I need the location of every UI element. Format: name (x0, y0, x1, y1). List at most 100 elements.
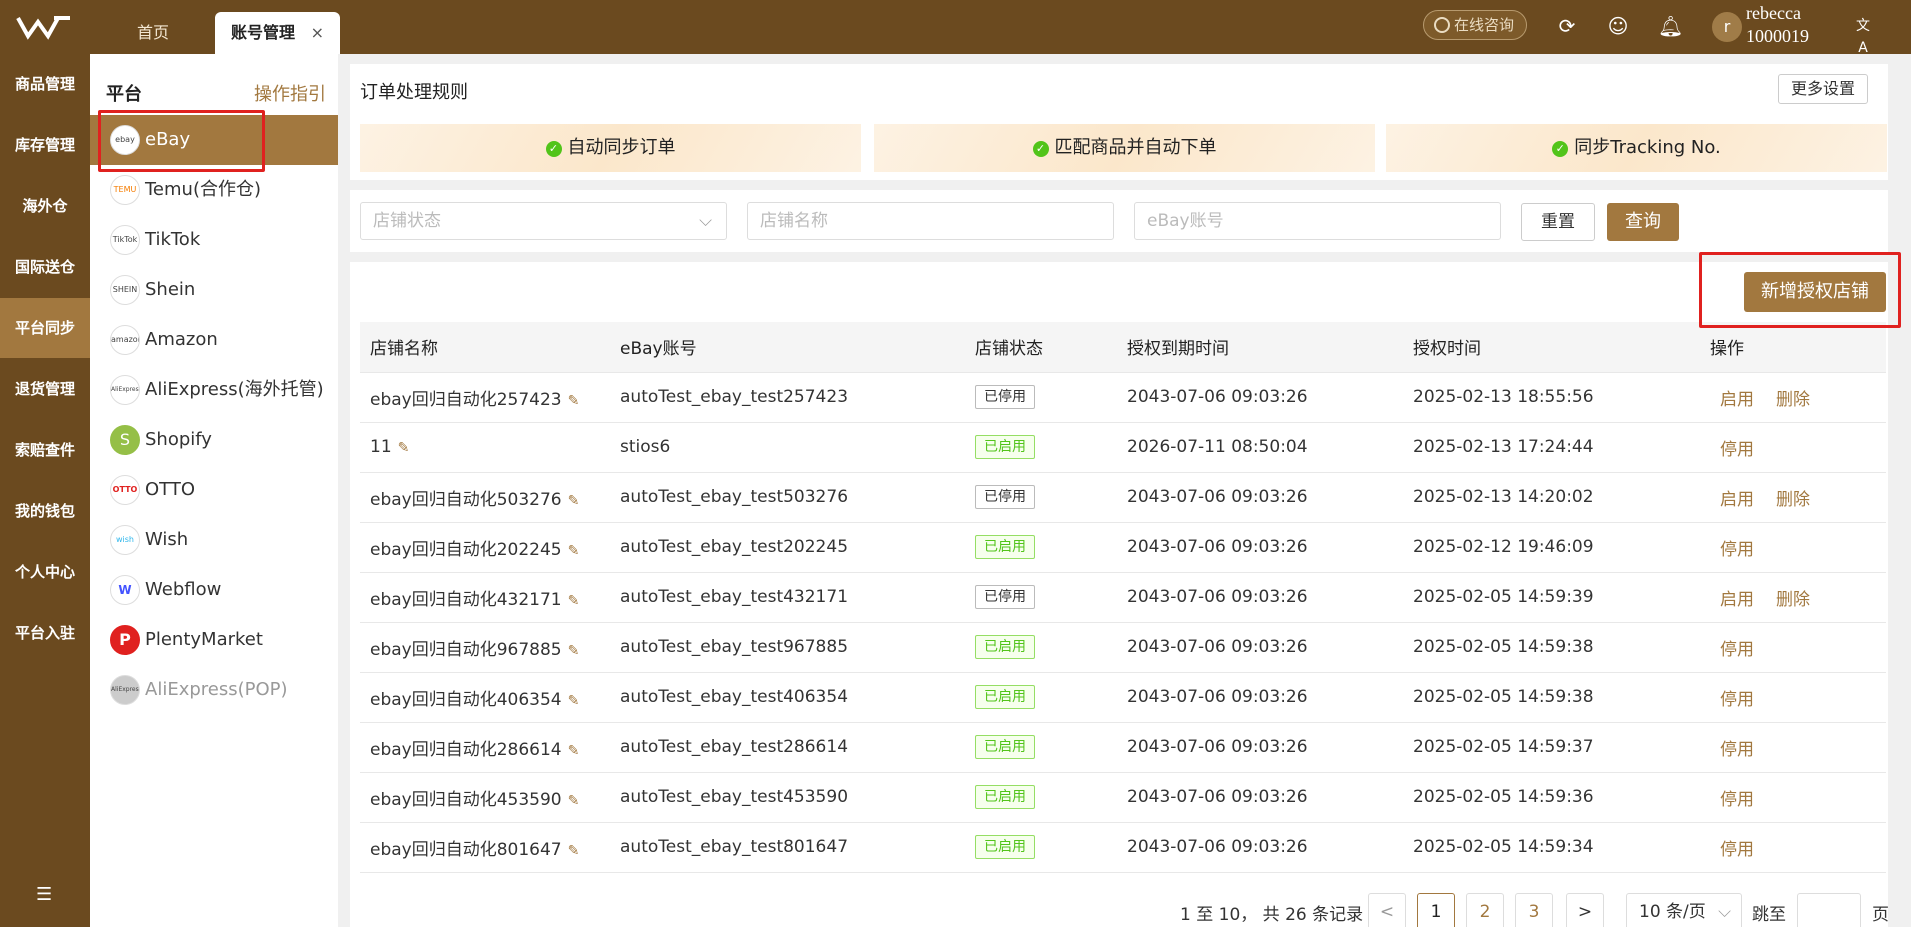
ebay-account-input[interactable]: eBay账号 (1134, 202, 1501, 240)
platform-label: OTTO (145, 479, 196, 500)
platform-item-amazon[interactable]: amazon Amazon (90, 315, 338, 365)
ebay-account-cell: autoTest_ebay_test453590 (610, 772, 965, 823)
row-action-enable[interactable]: 启用 (1720, 490, 1754, 510)
refresh-icon[interactable]: ⟳ (1556, 15, 1578, 37)
ebay-account-cell: autoTest_ebay_test432171 (610, 572, 965, 623)
reset-button[interactable]: 重置 (1521, 203, 1595, 241)
ebay-account-cell: autoTest_ebay_test406354 (610, 672, 965, 723)
headset-icon (1434, 17, 1450, 33)
edit-pencil-icon[interactable]: ✎ (398, 440, 410, 456)
feedback-icon[interactable]: ☺ (1607, 15, 1629, 37)
column-header: 店铺名称 (360, 322, 610, 373)
nav-item-returns[interactable]: 退货管理 (0, 359, 90, 419)
row-action-disable[interactable]: 停用 (1720, 540, 1754, 560)
nav-item-wallet[interactable]: 我的钱包 (0, 481, 90, 541)
store-name-input[interactable]: 店铺名称 (747, 202, 1114, 240)
platform-item-shopify[interactable]: S Shopify (90, 415, 338, 465)
edit-pencil-icon[interactable]: ✎ (568, 843, 580, 859)
user-id: 1000019 (1746, 26, 1809, 46)
nav-item-platform-sync[interactable]: 平台同步 (0, 298, 90, 358)
more-settings-button[interactable]: 更多设置 (1778, 74, 1868, 104)
row-action-disable[interactable]: 停用 (1720, 640, 1754, 660)
table-row: ebay回归自动化967885 ✎ autoTest_ebay_test967885… (360, 622, 1886, 673)
nav-item-product[interactable]: 商品管理 (0, 54, 90, 114)
row-action-disable[interactable]: 停用 (1720, 690, 1754, 710)
platform-item-aliexpress-hosted[interactable]: AliExpress AliExpress(海外托管) (90, 365, 338, 415)
language-icon[interactable]: 文A (1852, 15, 1874, 56)
nav-item-inventory[interactable]: 库存管理 (0, 115, 90, 175)
prev-page-button[interactable]: < (1368, 893, 1406, 927)
next-page-button[interactable]: > (1566, 893, 1604, 927)
platform-item-wish[interactable]: wish Wish (90, 515, 338, 565)
auth-time-cell: 2025-02-13 14:20:02 (1403, 472, 1700, 523)
jump-page-input[interactable] (1797, 893, 1861, 927)
nav-item-profile[interactable]: 个人中心 (0, 542, 90, 602)
table-row: 11 ✎ stios6 已启用 2026-07-11 08:50:04 2025-02-1… (360, 422, 1886, 473)
row-action-delete[interactable]: 删除 (1776, 390, 1810, 410)
row-action-delete[interactable]: 删除 (1776, 490, 1810, 510)
query-button[interactable]: 查询 (1607, 203, 1679, 241)
table-row: ebay回归自动化801647 ✎ autoTest_ebay_test801647… (360, 822, 1886, 873)
row-action-disable[interactable]: 停用 (1720, 790, 1754, 810)
platform-item-plentymarket[interactable]: P PlentyMarket (90, 615, 338, 665)
nav-item-claims[interactable]: 索赔查件 (0, 420, 90, 480)
store-name-cell: ebay回归自动化432171 ✎ (360, 572, 610, 623)
tab-account-management[interactable]: 账号管理 × (215, 12, 340, 54)
platform-label: AliExpress(海外托管) (145, 379, 324, 400)
page-size-select[interactable]: 10 条/页 ⌵ (1626, 893, 1742, 927)
column-header: 授权时间 (1403, 322, 1700, 373)
online-consult-button[interactable]: 在线咨询 (1423, 10, 1527, 40)
nav-item-international-delivery[interactable]: 国际送仓 (0, 237, 90, 297)
status-badge: 已启用 (975, 435, 1035, 459)
row-action-disable[interactable]: 停用 (1720, 740, 1754, 760)
page-button-2[interactable]: 2 (1466, 893, 1504, 927)
platform-item-shein[interactable]: SHEIN Shein (90, 265, 338, 315)
nav-item-overseas-warehouse[interactable]: 海外仓 (0, 176, 90, 236)
platform-item-temu[interactable]: TEMU Temu(合作仓) (90, 165, 338, 215)
page-button-3[interactable]: 3 (1515, 893, 1553, 927)
pagination-info: 1 至 10， 共 26 条记录 (1180, 905, 1364, 925)
row-action-disable[interactable]: 停用 (1720, 840, 1754, 860)
rule-label: 同步Tracking No. (1574, 137, 1721, 158)
operation-guide-link[interactable]: 操作指引 (254, 80, 326, 106)
auth-time-cell: 2025-02-05 14:59:39 (1403, 572, 1700, 623)
table-row: ebay回归自动化257423 ✎ autoTest_ebay_test257423… (360, 372, 1886, 423)
logo-icon[interactable] (14, 12, 74, 42)
expire-time-cell: 2043-07-06 09:03:26 (1117, 472, 1403, 523)
avatar[interactable]: r (1712, 12, 1742, 42)
page-button-1[interactable]: 1 (1417, 893, 1455, 927)
row-action-enable[interactable]: 启用 (1720, 590, 1754, 610)
auth-time-cell: 2025-02-05 14:59:38 (1403, 672, 1700, 723)
username[interactable]: rebecca (1746, 2, 1801, 24)
row-action-disable[interactable]: 停用 (1720, 440, 1754, 460)
webflow-logo-icon: W (110, 575, 140, 605)
tab-home[interactable]: 首页 (118, 12, 188, 54)
edit-pencil-icon[interactable]: ✎ (568, 793, 580, 809)
platform-item-aliexpress-pop[interactable]: AliExpress AliExpress(POP) (90, 665, 338, 715)
store-status-select[interactable]: 店铺状态 ⌵ (360, 202, 727, 240)
expire-time-cell: 2026-07-11 08:50:04 (1117, 422, 1403, 473)
close-icon[interactable]: × (311, 12, 324, 54)
tab-label: 账号管理 (231, 23, 296, 42)
platform-item-webflow[interactable]: W Webflow (90, 565, 338, 615)
edit-pencil-icon[interactable]: ✎ (568, 593, 580, 609)
edit-pencil-icon[interactable]: ✎ (568, 493, 580, 509)
row-action-delete[interactable]: 删除 (1776, 590, 1810, 610)
ebay-account-cell: autoTest_ebay_test503276 (610, 472, 965, 523)
edit-pencil-icon[interactable]: ✎ (568, 743, 580, 759)
menu-toggle-icon[interactable]: ☰ (36, 886, 54, 904)
edit-pencil-icon[interactable]: ✎ (568, 643, 580, 659)
rule-card-auto-sync: ✓ 自动同步订单 (360, 124, 861, 172)
nav-item-platform-onboarding[interactable]: 平台入驻 (0, 603, 90, 663)
bell-icon[interactable]: 🔔︎ (1658, 15, 1683, 37)
column-header: 店铺状态 (965, 322, 1117, 373)
platform-item-otto[interactable]: OTTO OTTO (90, 465, 338, 515)
row-action-enable[interactable]: 启用 (1720, 390, 1754, 410)
edit-pencil-icon[interactable]: ✎ (568, 543, 580, 559)
auth-time-cell: 2025-02-05 14:59:38 (1403, 622, 1700, 673)
platform-item-tiktok[interactable]: TikTok TikTok (90, 215, 338, 265)
edit-pencil-icon[interactable]: ✎ (568, 393, 580, 409)
edit-pencil-icon[interactable]: ✎ (568, 693, 580, 709)
aliexpress-logo-icon: AliExpress (110, 375, 140, 405)
select-placeholder: 店铺状态 (373, 211, 441, 231)
